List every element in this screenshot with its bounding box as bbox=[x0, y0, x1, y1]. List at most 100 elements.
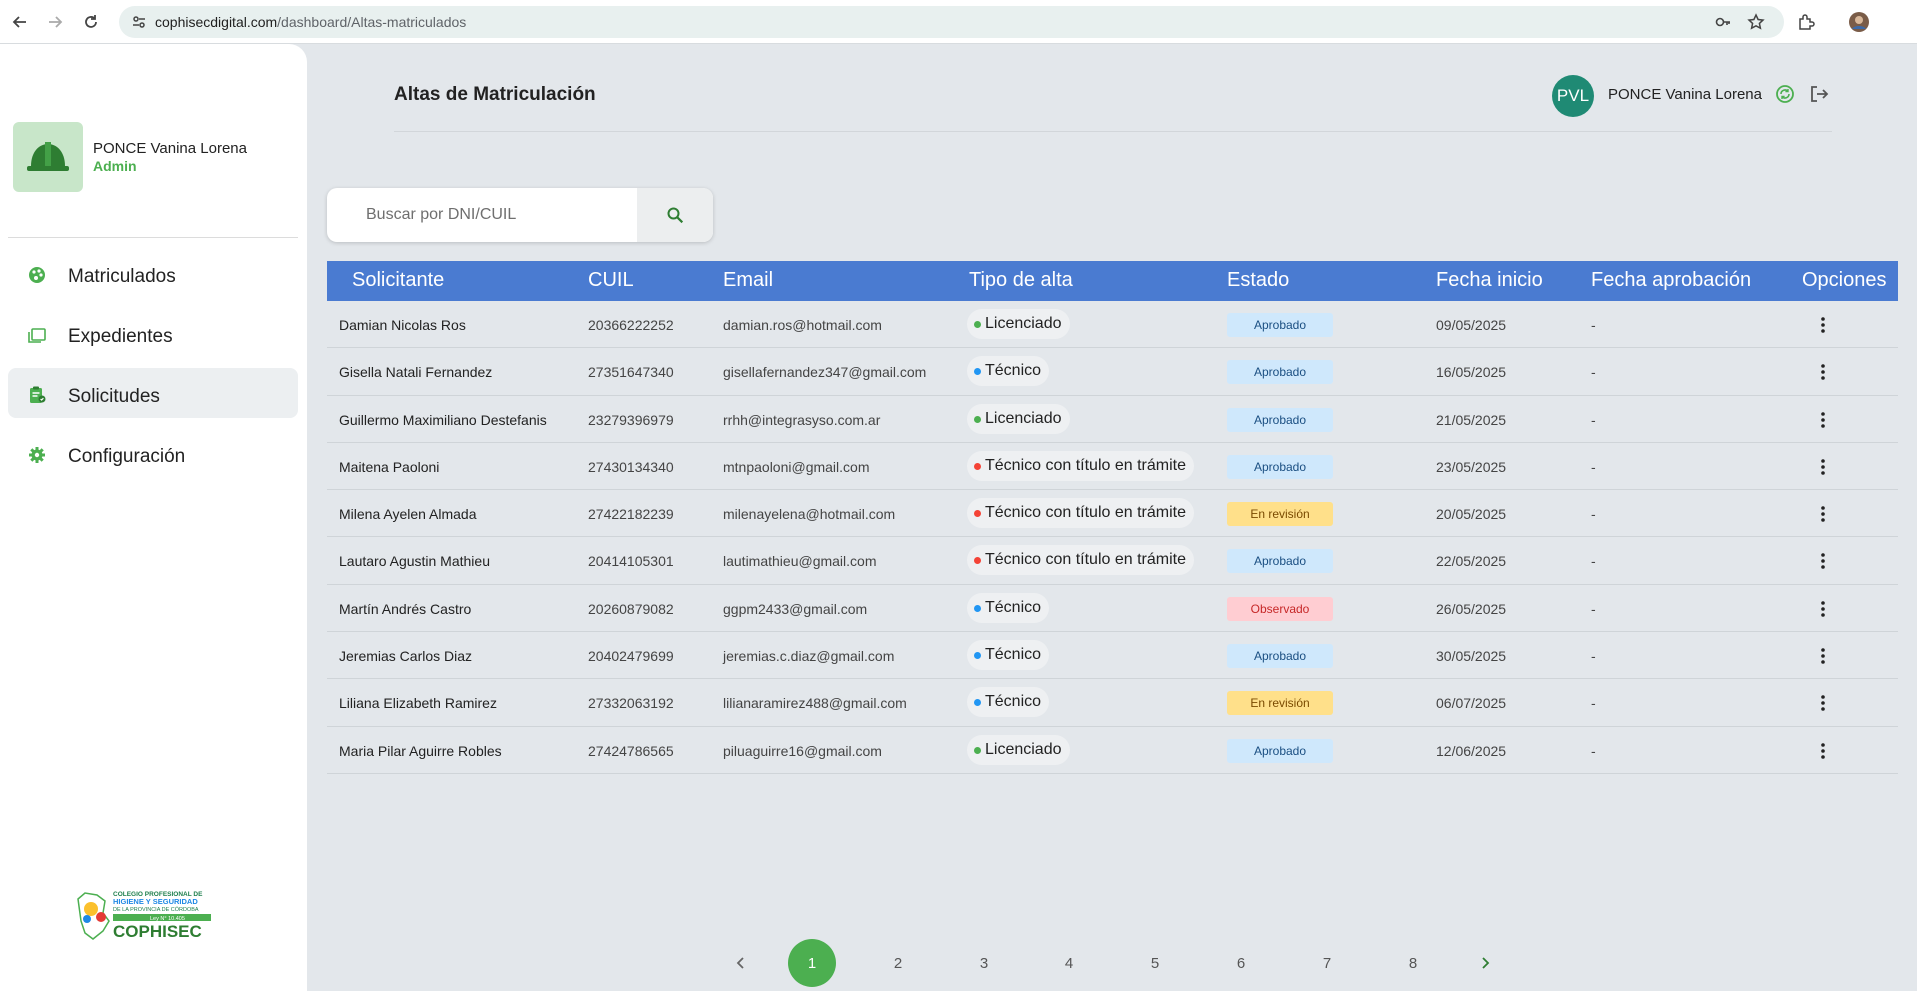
url-path: /dashboard/Altas-matriculados bbox=[277, 14, 467, 30]
back-icon[interactable] bbox=[9, 11, 31, 33]
tipo-label: Licenciado bbox=[985, 315, 1062, 332]
pagination-prev-button[interactable] bbox=[717, 939, 765, 987]
tipo-chip: Técnico con título en trámite bbox=[967, 498, 1194, 529]
cell-solicitante: Guillermo Maximiliano Destefanis bbox=[339, 411, 547, 428]
cell-email: jeremias.c.diaz@gmail.com bbox=[723, 648, 895, 665]
sidebar-item-solicitudes[interactable]: Solicitudes bbox=[8, 368, 298, 418]
table-row[interactable]: Maitena Paoloni 27430134340 mtnpaoloni@gma… bbox=[327, 443, 1898, 491]
sidebar-item-configuracion[interactable]: Configuración bbox=[8, 432, 298, 482]
page-title: Altas de Matriculación bbox=[394, 84, 596, 105]
more-options-icon[interactable] bbox=[1813, 645, 1833, 667]
tipo-label: Técnico bbox=[985, 598, 1042, 616]
avatar[interactable]: PVL bbox=[1552, 75, 1594, 117]
table-row[interactable]: Liliana Elizabeth Ramirez 27332063192 lili… bbox=[327, 679, 1898, 727]
pagination-page-4[interactable]: 4 bbox=[1045, 939, 1093, 987]
pagination-page-3[interactable]: 3 bbox=[960, 939, 1008, 987]
extensions-icon[interactable] bbox=[1796, 12, 1816, 32]
cell-email: piluaguirre16@gmail.com bbox=[723, 742, 882, 759]
cell-solicitante: Milena Ayelen Almada bbox=[339, 506, 477, 523]
sidebar-item-label: Expedientes bbox=[68, 326, 173, 347]
status-badge: Aprobado bbox=[1227, 360, 1333, 385]
column-header-estado: Estado bbox=[1227, 269, 1290, 291]
pagination-page-1[interactable]: 1 bbox=[788, 939, 836, 987]
table-row[interactable]: Milena Ayelen Almada 27422182239 milenayel… bbox=[327, 490, 1898, 538]
svg-text:HIGIENE Y SEGURIDAD: HIGIENE Y SEGURIDAD bbox=[113, 897, 198, 906]
cell-fecha-inicio: 12/06/2025 bbox=[1436, 742, 1507, 759]
cell-fecha-aprobacion: - bbox=[1591, 506, 1596, 523]
column-header-fecha-inicio: Fecha inicio bbox=[1436, 269, 1543, 291]
more-options-icon[interactable] bbox=[1813, 361, 1833, 383]
status-badge: Aprobado bbox=[1227, 313, 1333, 337]
tipo-chip: Técnico bbox=[967, 592, 1050, 623]
url-text[interactable]: cophisecdigital.com/dashboard/Altas-matr… bbox=[155, 14, 466, 30]
status-badge: Aprobado bbox=[1227, 738, 1333, 763]
table-row[interactable]: Jeremias Carlos Diaz 20402479699 jeremias.… bbox=[327, 632, 1898, 680]
folders-icon bbox=[28, 326, 46, 344]
table-row[interactable]: Guillermo Maximiliano Destefanis 23279396… bbox=[327, 396, 1898, 443]
search-button[interactable] bbox=[637, 188, 713, 242]
tipo-label: Técnico bbox=[985, 646, 1042, 664]
tipo-chip: Técnico bbox=[967, 640, 1050, 671]
column-header-opciones: Opciones bbox=[1802, 269, 1887, 291]
sidebar-item-label: Configuración bbox=[68, 446, 186, 467]
forward-icon[interactable] bbox=[44, 11, 66, 33]
chevron-left-icon bbox=[736, 957, 744, 969]
pagination-page-8[interactable]: 8 bbox=[1389, 939, 1437, 987]
cell-fecha-inicio: 30/05/2025 bbox=[1436, 648, 1507, 665]
status-dot bbox=[974, 557, 981, 565]
tipo-chip: Licenciado bbox=[967, 403, 1070, 434]
cell-fecha-aprobacion: - bbox=[1591, 553, 1596, 570]
more-options-icon[interactable] bbox=[1813, 550, 1833, 572]
status-dot bbox=[974, 652, 981, 660]
cell-fecha-inicio: 26/05/2025 bbox=[1436, 600, 1507, 617]
table-row[interactable]: Gisella Natali Fernandez 27351647340 gisel… bbox=[327, 348, 1898, 396]
status-dot bbox=[974, 510, 981, 518]
search-box bbox=[327, 188, 713, 242]
key-icon[interactable] bbox=[1713, 12, 1733, 32]
more-options-icon[interactable] bbox=[1813, 692, 1833, 714]
profile-avatar-icon[interactable] bbox=[1849, 12, 1869, 32]
more-options-icon[interactable] bbox=[1813, 314, 1833, 336]
cell-fecha-inicio: 06/07/2025 bbox=[1436, 695, 1507, 712]
sync-icon[interactable] bbox=[1774, 83, 1796, 105]
table-row[interactable]: Lautaro Agustin Mathieu 20414105301 lautim… bbox=[327, 537, 1898, 585]
pagination-page-7[interactable]: 7 bbox=[1303, 939, 1351, 987]
more-options-icon[interactable] bbox=[1813, 409, 1833, 431]
bookmark-star-icon[interactable] bbox=[1746, 12, 1766, 32]
more-options-icon[interactable] bbox=[1813, 456, 1833, 478]
status-badge: Aprobado bbox=[1227, 407, 1333, 432]
status-badge: Observado bbox=[1227, 596, 1333, 621]
cell-solicitante: Lautaro Agustin Mathieu bbox=[339, 553, 490, 570]
tipo-label: Licenciado bbox=[985, 409, 1062, 427]
table-row[interactable]: Damian Nicolas Ros 20366222252 damian.ros@… bbox=[327, 301, 1898, 349]
more-options-icon[interactable] bbox=[1813, 740, 1833, 762]
status-badge: En revisión bbox=[1227, 502, 1333, 527]
cell-solicitante: Liliana Elizabeth Ramirez bbox=[339, 695, 497, 712]
table-row[interactable]: Martín Andrés Castro 20260879082 ggpm2433@… bbox=[327, 585, 1898, 633]
pagination-page-6[interactable]: 6 bbox=[1217, 939, 1265, 987]
logout-icon[interactable] bbox=[1808, 83, 1830, 105]
reload-icon[interactable] bbox=[80, 11, 102, 33]
pagination-page-5[interactable]: 5 bbox=[1131, 939, 1179, 987]
cell-email: gisellafernandez347@gmail.com bbox=[723, 364, 927, 381]
svg-text:DE LA PROVINCIA DE CÓRDOBA: DE LA PROVINCIA DE CÓRDOBA bbox=[113, 906, 199, 913]
more-options-icon[interactable] bbox=[1813, 598, 1833, 620]
browser-toolbar: cophisecdigital.com/dashboard/Altas-matr… bbox=[0, 0, 1917, 44]
sidebar-item-matriculados[interactable]: Matriculados bbox=[8, 252, 298, 302]
sidebar-item-expedientes[interactable]: Expedientes bbox=[8, 312, 298, 362]
search-input[interactable] bbox=[327, 188, 637, 242]
cell-cuil: 27424786565 bbox=[588, 742, 674, 759]
cell-solicitante: Damian Nicolas Ros bbox=[339, 317, 466, 333]
cell-email: milenayelena@hotmail.com bbox=[723, 506, 896, 523]
cell-cuil: 27430134340 bbox=[588, 458, 674, 475]
status-badge: Aprobado bbox=[1227, 454, 1333, 479]
sidebar-item-label: Solicitudes bbox=[68, 386, 160, 407]
site-info-icon[interactable] bbox=[129, 12, 149, 32]
more-options-icon[interactable] bbox=[1813, 503, 1833, 525]
cell-fecha-inicio: 16/05/2025 bbox=[1436, 364, 1507, 381]
tipo-label: Técnico con título en trámite bbox=[985, 551, 1186, 569]
pagination-next-button[interactable] bbox=[1461, 939, 1509, 987]
solicitudes-table: Solicitante CUIL Email Tipo de alta Esta… bbox=[327, 261, 1898, 774]
table-row[interactable]: Maria Pilar Aguirre Robles 27424786565 pil… bbox=[327, 727, 1898, 774]
pagination-page-2[interactable]: 2 bbox=[874, 939, 922, 987]
